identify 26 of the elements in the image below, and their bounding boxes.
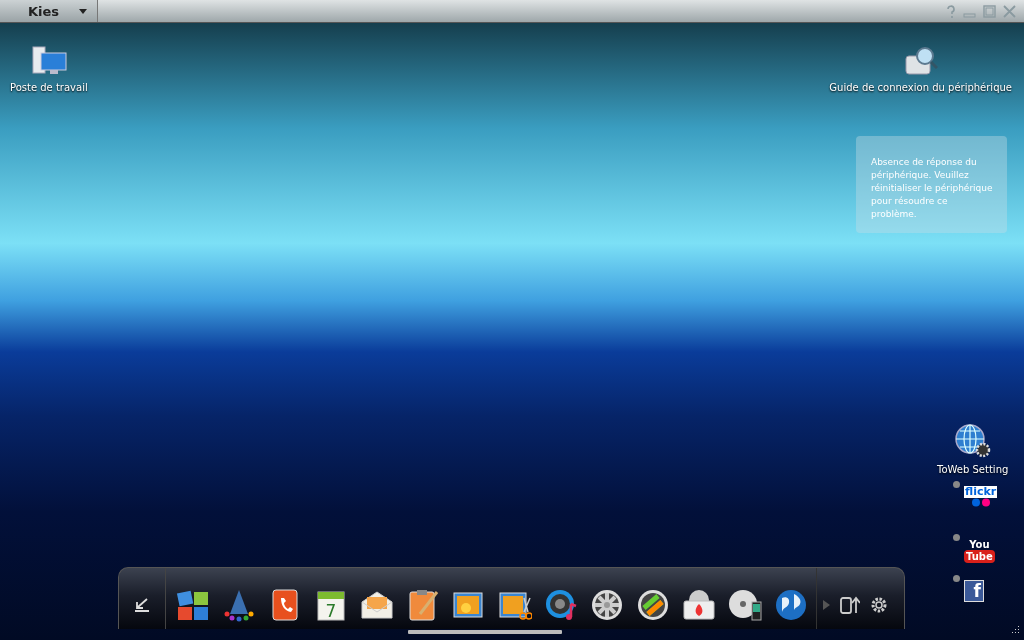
- computer-icon: [30, 46, 67, 76]
- desktop-shortcut[interactable]: Guide de connexion du périphérique: [829, 46, 1012, 93]
- scrollbar[interactable]: [408, 630, 562, 634]
- arrow-right-icon[interactable]: [822, 599, 830, 610]
- settings-icon[interactable]: [869, 595, 888, 614]
- globe-gear-icon: [953, 424, 992, 458]
- dots-icon: [970, 498, 991, 507]
- app-menu-button[interactable]: Kies: [0, 0, 98, 22]
- flickr-logo[interactable]: flickr: [964, 486, 998, 522]
- arrow-down-left-icon[interactable]: [132, 596, 151, 613]
- speaker-note-icon[interactable]: [543, 587, 578, 622]
- resize-grip-icon[interactable]: [1010, 624, 1020, 634]
- film-reel-arrows-icon[interactable]: [635, 587, 670, 622]
- caret-icon: [79, 8, 87, 14]
- drive-search-icon: [903, 46, 938, 76]
- film-reel-icon[interactable]: [589, 587, 624, 622]
- disc-burner-icon[interactable]: [681, 587, 716, 622]
- facebook-logo[interactable]: f: [964, 580, 984, 602]
- disc-device-icon[interactable]: [727, 587, 762, 622]
- status-dot: [953, 575, 960, 582]
- phone-upload-icon[interactable]: [839, 594, 860, 615]
- status-dot: [953, 534, 960, 541]
- desktop-shortcut[interactable]: Poste de travail: [10, 46, 88, 93]
- status-dot: [953, 481, 960, 488]
- toweb-setting-shortcut[interactable]: ToWeb Setting: [937, 424, 1009, 475]
- notification-text: Absence de réponse du périphérique. Veuillez réinitialiser le périphérique pour résoudre ce problème.: [871, 156, 994, 221]
